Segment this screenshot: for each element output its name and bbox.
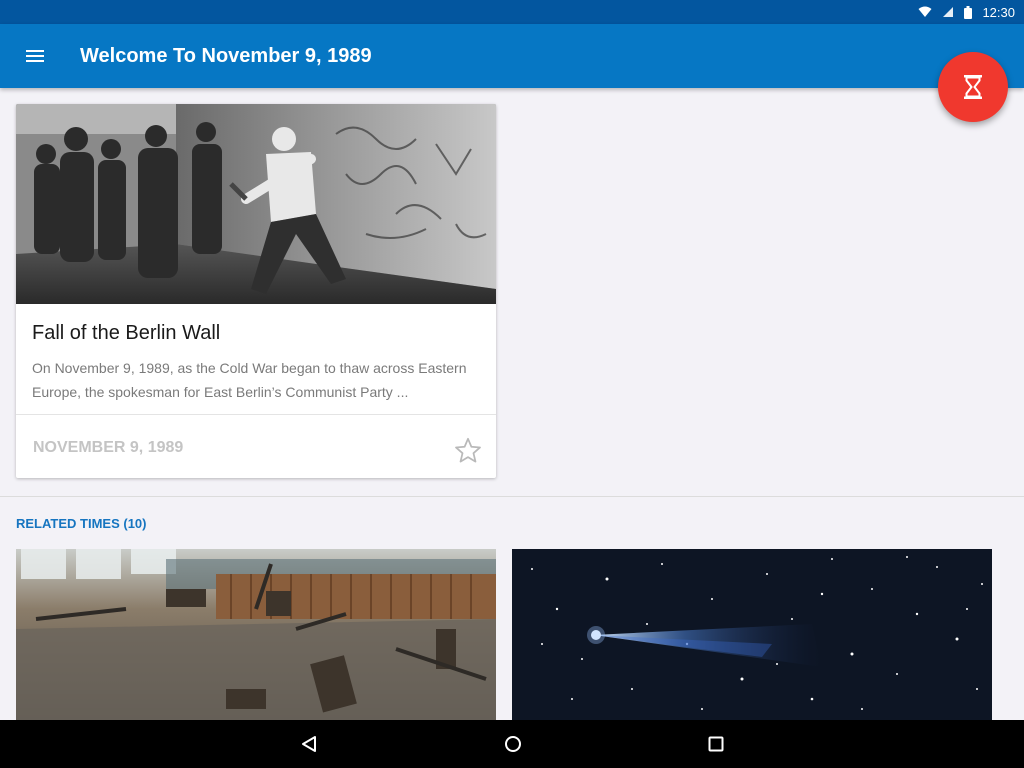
card-divider [16,414,496,415]
back-triangle-icon [302,736,316,752]
home-button[interactable] [501,732,525,756]
system-nav-bar [0,720,1024,768]
wifi-icon [918,6,932,18]
home-circle-icon [505,736,521,752]
recents-square-icon [708,736,724,752]
section-divider [0,496,1024,497]
star-outline-icon [455,437,481,462]
clock-time: 12:30 [982,4,1015,20]
abandoned-classroom-photo [16,549,496,720]
card-date: NOVEMBER 9, 1989 [33,439,184,456]
featured-event-card[interactable]: Fall of the Berlin Wall On November 9, 1… [16,104,496,478]
comet-night-sky-photo [512,549,992,720]
page-title: Welcome To November 9, 1989 [80,44,372,67]
related-times-heading[interactable]: RELATED TIMES (10) [16,516,147,531]
menu-button[interactable] [0,24,70,88]
battery-icon [964,5,973,19]
related-item-comet[interactable] [512,549,992,720]
recents-button[interactable] [704,732,728,756]
hamburger-menu-icon [26,50,44,62]
signal-icon [942,6,954,18]
card-title: Fall of the Berlin Wall [32,322,221,344]
status-bar: 12:30 [0,0,1024,24]
related-item-abandoned-classroom[interactable] [16,549,496,720]
berlin-wall-photo [16,104,496,304]
card-description: On November 9, 1989, as the Cold War beg… [32,360,467,400]
app-bar: Welcome To November 9, 1989 [0,24,1024,88]
favorite-button[interactable] [452,434,484,466]
hourglass-icon [964,75,982,99]
time-travel-fab-button[interactable] [938,52,1008,122]
back-button[interactable] [297,732,321,756]
